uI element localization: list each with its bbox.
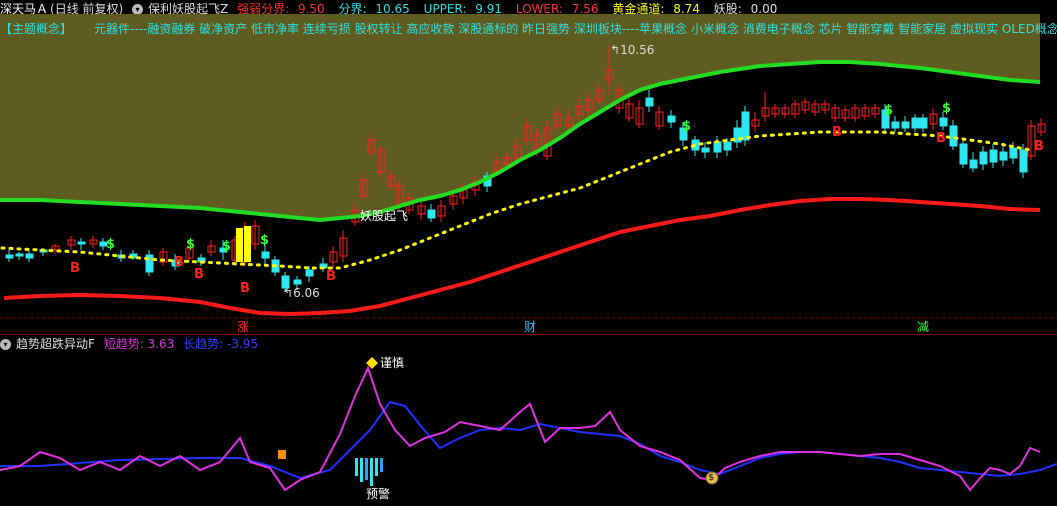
orange-signal-block <box>278 450 286 459</box>
indicator-chart[interactable] <box>0 0 1057 506</box>
caution-label: 谨慎 <box>380 356 405 370</box>
coin-label: $ <box>708 473 715 483</box>
warning-label: 预警 <box>366 487 391 501</box>
long-trend-line <box>0 400 1057 480</box>
warning-bars <box>355 458 383 486</box>
